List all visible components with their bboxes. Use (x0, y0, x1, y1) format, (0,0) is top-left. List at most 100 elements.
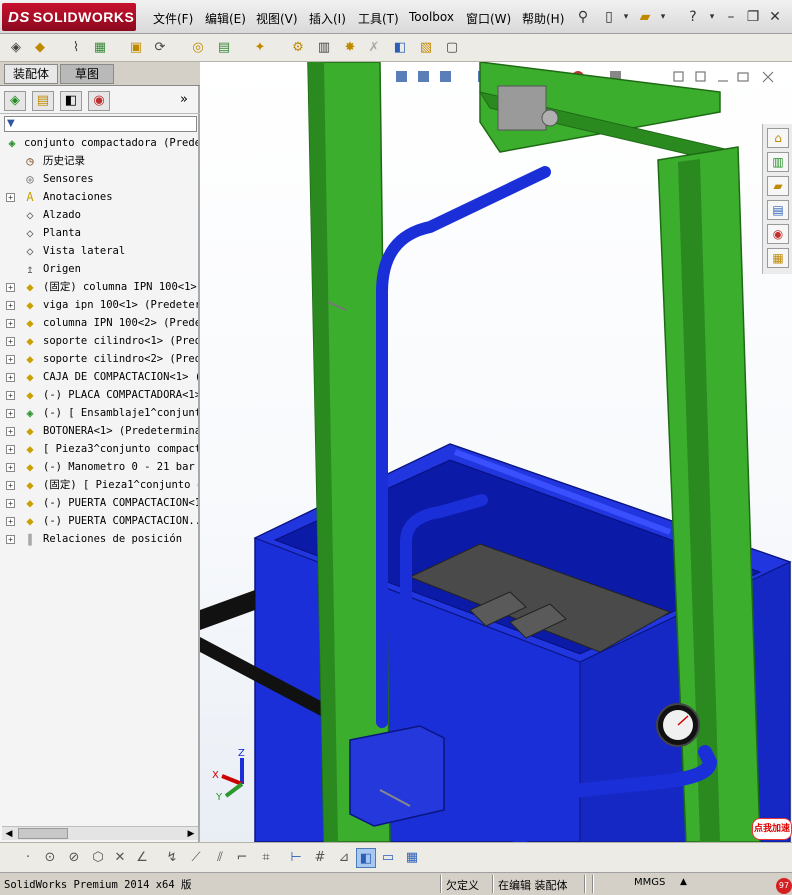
expand-icon[interactable]: + (6, 535, 15, 544)
previous-view-icon[interactable] (396, 71, 407, 82)
corner-icon[interactable]: ⌐ (232, 848, 252, 868)
chevron-down-icon[interactable]: ▾ (654, 8, 672, 26)
table-icon[interactable]: ▦ (402, 848, 422, 868)
menu-window[interactable]: 窗口(W) (466, 10, 511, 27)
tree-item[interactable]: ◇ Vista lateral (0, 242, 198, 260)
close-icon[interactable]: ✕ (766, 8, 784, 26)
new-document-icon[interactable]: ▯ (600, 8, 618, 26)
promo-accelerate-button[interactable]: 点我加速 (752, 818, 792, 840)
move-component-icon[interactable]: ⟳ (150, 38, 170, 58)
interference-detection-icon[interactable]: ◧ (390, 38, 410, 58)
expand-tabs-icon[interactable]: » (180, 92, 188, 107)
shaded-view-icon[interactable]: ◧ (356, 848, 376, 868)
solidworks-logo[interactable]: DS SOLIDWORKS (2, 3, 136, 31)
view-orientation-icon[interactable] (440, 71, 451, 82)
exploded-view-icon[interactable]: ✸ (340, 38, 360, 58)
assembly-features-icon[interactable]: ▤ (214, 38, 234, 58)
home-icon[interactable]: ⌂ (767, 128, 789, 148)
mate-icon[interactable]: ⌇ (66, 38, 86, 58)
tree-item[interactable]: + ∥ Relaciones de posición (0, 530, 198, 548)
bill-of-materials-icon[interactable]: ▥ (314, 38, 334, 58)
clearance-icon[interactable]: ▧ (416, 38, 436, 58)
expand-icon[interactable]: + (6, 319, 15, 328)
insert-component-icon[interactable]: ◆ (30, 38, 50, 58)
expand-icon[interactable]: + (6, 337, 15, 346)
smart-fasteners-icon[interactable]: ▣ (126, 38, 146, 58)
new-motion-study-icon[interactable]: ⚙ (288, 38, 308, 58)
offset-icon[interactable]: ⫽ (210, 848, 230, 868)
scroll-thumb[interactable] (18, 828, 68, 839)
expand-icon[interactable]: + (6, 193, 15, 202)
circle-icon[interactable]: ⊙ (40, 848, 60, 868)
tree-item[interactable]: + ◆ soporte cilindro<2> (Predeterminado) (0, 350, 198, 368)
tab-assembly[interactable]: 装配体 (4, 64, 58, 84)
file-explorer-icon[interactable]: ▰ (767, 176, 789, 196)
tree-item[interactable]: ↥ Origen (0, 260, 198, 278)
expand-icon[interactable]: + (6, 355, 15, 364)
menu-toolbox[interactable]: Toolbox (409, 10, 454, 24)
tree-item[interactable]: + ◆ (固定) columna IPN 100<1> (Predeterminad… (0, 278, 198, 296)
tree-item[interactable]: + ◆ BOTONERA<1> (Predeterminado) (0, 422, 198, 440)
grid-icon[interactable]: # (310, 848, 330, 868)
tree-item[interactable]: + ◆ CAJA DE COMPACTACION<1> (Predeterminad… (0, 368, 198, 386)
menu-help[interactable]: 帮助(H) (522, 10, 564, 27)
tile-left-icon[interactable] (673, 71, 684, 82)
menu-tools[interactable]: 工具(T) (358, 10, 399, 27)
expand-icon[interactable]: + (6, 427, 15, 436)
custom-properties-icon[interactable]: ▦ (767, 248, 789, 268)
tree-item[interactable]: + ◆ (-) Manometro 0 - 21 bar 1<1> (0, 458, 198, 476)
construction-icon[interactable]: ⌗ (256, 848, 276, 868)
unit-system-arrow-icon[interactable]: ▲ (680, 877, 687, 887)
linear-pattern-icon[interactable]: ▦ (90, 38, 110, 58)
expand-icon[interactable]: + (6, 499, 15, 508)
expand-icon[interactable]: + (6, 481, 15, 490)
expand-icon[interactable]: + (6, 517, 15, 526)
tree-root-assembly[interactable]: ◈ conjunto compactadora (Predeterminado<P… (0, 134, 198, 152)
chevron-down-icon[interactable]: ▾ (703, 8, 721, 26)
propertymanager-tab-icon[interactable]: ▤ (32, 91, 54, 111)
chamfer-icon[interactable]: ⟋ (186, 848, 206, 868)
scroll-left-icon[interactable]: ◀ (3, 828, 15, 840)
tree-item[interactable]: ◇ Planta (0, 224, 198, 242)
design-library-icon[interactable]: ▥ (767, 152, 789, 172)
tab-sketch[interactable]: 草图 (60, 64, 114, 84)
pin-icon[interactable]: ⚲ (574, 8, 592, 26)
restore-icon[interactable]: ❐ (744, 8, 762, 26)
button-bracket[interactable] (497, 85, 547, 131)
expand-icon[interactable]: + (6, 283, 15, 292)
tree-item[interactable]: + ◆ (-) PUERTA COMPACTACION<1> (Predetermi… (0, 494, 198, 512)
menu-insert[interactable]: 插入(I) (309, 10, 346, 27)
expand-icon[interactable]: + (6, 391, 15, 400)
tree-item[interactable]: ◇ Alzado (0, 206, 198, 224)
menu-file[interactable]: 文件(F) (153, 10, 193, 27)
tree-item[interactable]: + ◈ (-) [ Ensamblaje1^conjunto compactador… (0, 404, 198, 422)
hide-show-icon[interactable]: ◎ (188, 38, 208, 58)
menu-edit[interactable]: 编辑(E) (205, 10, 246, 27)
expand-icon[interactable]: + (6, 373, 15, 382)
tree-item[interactable]: ◎ Sensores (0, 170, 198, 188)
featuremanager-tab-icon[interactable]: ◈ (4, 91, 26, 111)
view-palette-icon[interactable]: ▤ (767, 200, 789, 220)
new-part-icon[interactable]: ◈ (6, 38, 26, 58)
menu-view[interactable]: 视图(V) (256, 10, 298, 27)
angle-icon[interactable]: ⊿ (334, 848, 354, 868)
scroll-right-icon[interactable]: ▶ (185, 828, 197, 840)
configurationmanager-tab-icon[interactable]: ◧ (60, 91, 82, 111)
tree-item[interactable]: + ◆ (-) PUERTA COMPACTACION..<2> (Predeter… (0, 512, 198, 530)
polygon-icon[interactable]: ⬡ (88, 848, 108, 868)
viewport-restore-icon[interactable] (737, 72, 749, 82)
chevron-down-icon[interactable]: ▾ (617, 8, 635, 26)
viewport-close-icon[interactable] (762, 71, 774, 83)
open-folder-icon[interactable]: ▰ (636, 8, 654, 26)
tree-horizontal-scrollbar[interactable]: ◀ ▶ (2, 826, 198, 840)
tree-item[interactable]: + ◆ (-) PLACA COMPACTADORA<1> (Predetermin… (0, 386, 198, 404)
junction-box[interactable] (349, 725, 445, 827)
tree-item[interactable]: + ◆ viga ipn 100<1> (Predeterminado) (0, 296, 198, 314)
explode-line-icon[interactable]: ✗ (364, 38, 384, 58)
tree-item[interactable]: + ◆ soporte cilindro<1> (Predeterminado) (0, 332, 198, 350)
displaymanager-tab-icon[interactable]: ◉ (88, 91, 110, 111)
point-icon[interactable]: · (18, 848, 38, 868)
reference-geometry-icon[interactable]: ✦ (250, 38, 270, 58)
tree-item[interactable]: + ◆ [ Pieza3^conjunto compactadora ]<1> (0, 440, 198, 458)
tree-filter-input[interactable]: ▼ (4, 116, 197, 132)
